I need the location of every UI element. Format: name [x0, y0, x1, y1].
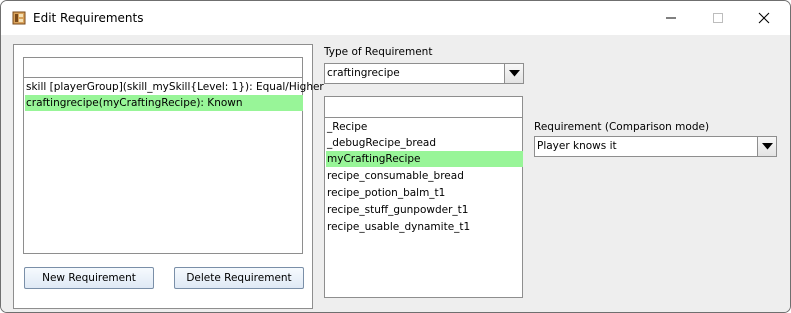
- requirements-filter-input[interactable]: [23, 57, 303, 78]
- recipe-item[interactable]: _debugRecipe_bread: [326, 135, 523, 151]
- requirements-list[interactable]: skill [playerGroup](skill_mySkill{Level:…: [23, 77, 324, 254]
- dropdown-arrow-button[interactable]: [504, 64, 523, 83]
- minimize-icon: [666, 17, 676, 19]
- new-requirement-button[interactable]: New Requirement: [24, 267, 154, 289]
- recipe-item[interactable]: recipe_potion_balm_t1: [326, 185, 523, 201]
- recipe-item[interactable]: recipe_usable_dynamite_t1: [326, 219, 523, 235]
- delete-requirement-button[interactable]: Delete Requirement: [174, 267, 304, 289]
- comparison-mode-value: Player knows it: [537, 140, 617, 152]
- requirement-item-craftingrecipe[interactable]: craftingrecipe(myCraftingRecipe): Known: [25, 95, 303, 111]
- edit-requirements-window: Edit Requirements skill [playerGroup](sk…: [0, 0, 791, 313]
- type-of-requirement-value: craftingrecipe: [327, 67, 400, 79]
- dropdown-arrow-button[interactable]: [757, 137, 776, 156]
- recipe-item[interactable]: recipe_consumable_bread: [326, 168, 523, 184]
- recipe-item[interactable]: _Recipe: [326, 119, 523, 135]
- close-icon: [758, 12, 770, 24]
- chevron-down-icon: [508, 70, 520, 77]
- comparison-mode-dropdown[interactable]: Player knows it: [534, 136, 777, 157]
- dialog-content: skill [playerGroup](skill_mySkill{Level:…: [1, 35, 790, 312]
- recipe-item-selected[interactable]: myCraftingRecipe: [326, 151, 523, 167]
- title-bar[interactable]: Edit Requirements: [1, 1, 790, 35]
- recipe-item[interactable]: recipe_stuff_gunpowder_t1: [326, 202, 523, 218]
- app-icon: [12, 11, 26, 25]
- close-button[interactable]: [741, 3, 787, 33]
- type-of-requirement-dropdown[interactable]: craftingrecipe: [324, 63, 524, 84]
- recipe-list[interactable]: _Recipe _debugRecipe_bread myCraftingRec…: [324, 117, 523, 298]
- maximize-icon: [713, 13, 723, 23]
- window-title: Edit Requirements: [33, 11, 144, 25]
- comparison-mode-label: Requirement (Comparison mode): [534, 121, 710, 133]
- type-of-requirement-label: Type of Requirement: [324, 46, 433, 58]
- minimize-button[interactable]: [648, 3, 694, 33]
- chevron-down-icon: [761, 143, 773, 150]
- maximize-button[interactable]: [695, 3, 741, 33]
- requirement-item-skill[interactable]: skill [playerGroup](skill_mySkill{Level:…: [25, 79, 324, 95]
- recipe-filter-input[interactable]: [324, 96, 523, 118]
